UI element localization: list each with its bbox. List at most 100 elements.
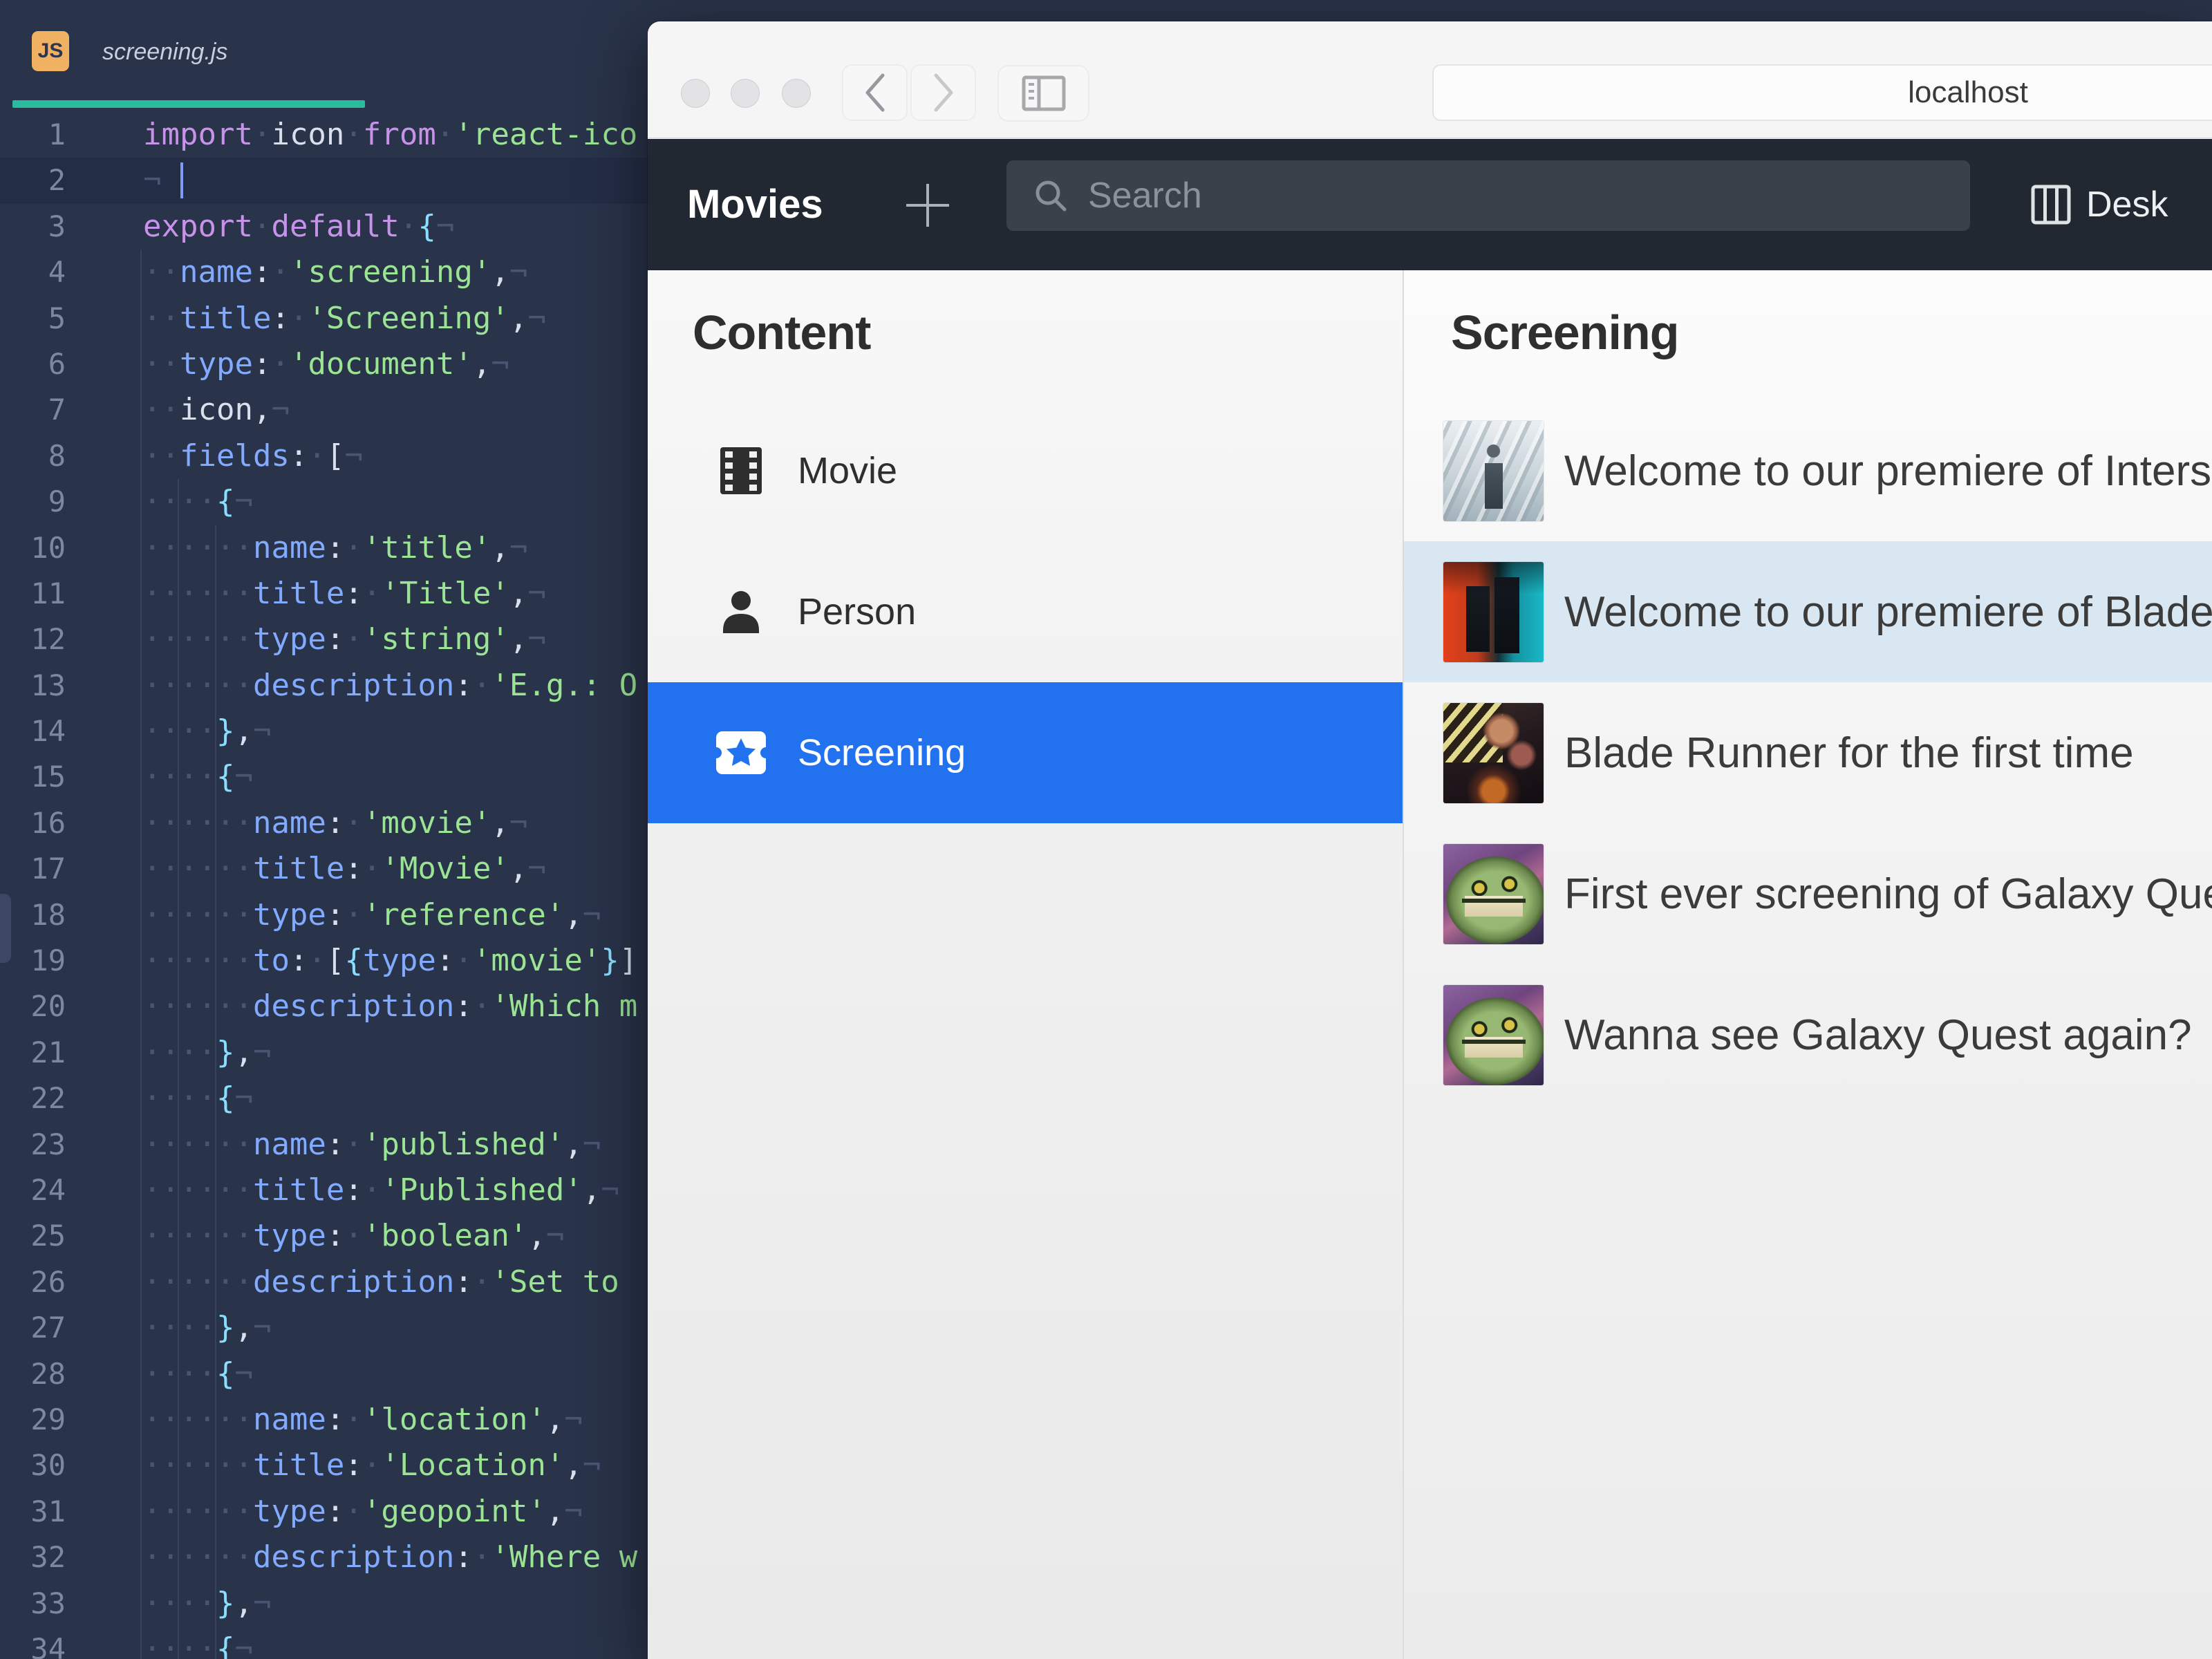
search-placeholder: Search <box>1088 176 1202 216</box>
document-list-item[interactable]: First ever screening of Galaxy Ques <box>1404 823 2212 964</box>
line-number: 33 <box>30 1586 66 1620</box>
line-number: 34 <box>30 1631 66 1659</box>
code-text: ······name:·'movie',¬ <box>143 805 528 841</box>
line-number: 13 <box>30 668 66 702</box>
code-text: ······type:·'reference',¬ <box>143 897 601 932</box>
text-cursor <box>180 162 183 199</box>
browser-forward-button[interactable] <box>910 64 976 121</box>
chevron-left-icon <box>865 73 884 112</box>
line-number: 7 <box>48 393 66 427</box>
search-icon <box>1035 180 1067 212</box>
code-text: ······title:·'Movie',¬ <box>143 851 546 887</box>
code-text: ¬ <box>143 162 162 198</box>
line-number: 20 <box>30 989 66 1024</box>
studio-title[interactable]: Movies <box>687 181 823 227</box>
code-text: ······title:·'Location',¬ <box>143 1447 601 1483</box>
desk-tool-button[interactable]: Desk <box>2031 139 2168 270</box>
line-number: 26 <box>30 1264 66 1299</box>
line-number: 22 <box>30 1081 66 1116</box>
editor-tab-filename[interactable]: screening.js <box>102 39 227 66</box>
document-title: Wanna see Galaxy Quest again? <box>1564 1011 2192 1059</box>
browser-window: localhost Movies Search Desk Content Mov… <box>648 21 2212 1659</box>
code-text: ······type:·'geopoint',¬ <box>143 1493 583 1529</box>
document-title: First ever screening of Galaxy Ques <box>1564 870 2212 918</box>
line-number: 2 <box>48 163 66 198</box>
line-number: 17 <box>30 852 66 886</box>
line-number: 32 <box>30 1540 66 1575</box>
movie-poster-thumbnail <box>1443 843 1544 944</box>
javascript-file-icon: JS <box>32 31 69 71</box>
sidebar-item-label: Screening <box>798 732 966 774</box>
content-pane-title: Content <box>693 306 871 359</box>
window-zoom-button[interactable] <box>782 79 811 108</box>
screening-pane: Screening Welcome to our premiere of Int… <box>1404 270 2212 1659</box>
line-number: 5 <box>48 301 66 335</box>
code-text: ··icon,¬ <box>143 392 290 428</box>
code-text: ··name:·'screening',¬ <box>143 254 528 290</box>
browser-titlebar: localhost <box>648 21 2212 138</box>
code-text: ······description:·'Which m <box>143 988 638 1024</box>
movie-poster-thumbnail <box>1443 561 1544 662</box>
line-number: 1 <box>48 118 66 151</box>
film-icon <box>713 447 769 494</box>
code-text: ····{¬ <box>143 1631 253 1659</box>
line-number: 29 <box>30 1402 66 1436</box>
document-list-item[interactable]: Welcome to our premiere of Interste <box>1404 400 2212 541</box>
movie-poster-thumbnail <box>1443 702 1544 803</box>
content-type-list: Movie Person Screening <box>648 400 1403 823</box>
create-new-document-button[interactable] <box>905 182 950 228</box>
content-pane: Content Movie Person Screening <box>648 270 1404 1659</box>
line-number: 27 <box>30 1311 66 1345</box>
code-text: ······name:·'title',¬ <box>143 529 528 565</box>
studio-navbar: Movies Search Desk <box>648 139 2212 270</box>
url-bar[interactable]: localhost <box>1432 64 2212 121</box>
document-list: Welcome to our premiere of Interste Welco… <box>1404 400 2212 1105</box>
movie-poster-thumbnail <box>1443 984 1544 1085</box>
window-close-button[interactable] <box>681 79 710 108</box>
editor-edge-handle[interactable] <box>0 894 11 963</box>
code-text: ····},¬ <box>143 1585 272 1621</box>
code-text: ······description:·'Set to <box>143 1264 638 1300</box>
sidebar-item-screening[interactable]: Screening <box>648 682 1403 823</box>
code-text: ······type:·'string',¬ <box>143 621 546 657</box>
code-text: ··fields:·[¬ <box>143 438 363 474</box>
chevron-right-icon <box>934 73 953 112</box>
code-text: ······to:·[{type:·'movie'}] <box>143 943 638 979</box>
line-number: 9 <box>48 485 66 519</box>
line-number: 30 <box>30 1448 66 1483</box>
line-number: 31 <box>30 1494 66 1528</box>
sidebar-item-label: Person <box>798 591 917 632</box>
code-text: ······name:·'location',¬ <box>143 1401 583 1437</box>
line-number: 11 <box>30 576 66 610</box>
screening-pane-title: Screening <box>1451 306 1679 359</box>
window-minimize-button[interactable] <box>731 79 760 108</box>
sidebar-toggle-button[interactable] <box>997 65 1089 122</box>
line-number: 15 <box>30 760 66 794</box>
sidebar-item-movie[interactable]: Movie <box>648 400 1403 541</box>
code-text: ····},¬ <box>143 713 272 749</box>
sidebar-item-label: Movie <box>798 450 898 491</box>
code-text: ··title:·'Screening',¬ <box>143 300 546 336</box>
code-text: ····{¬ <box>143 759 253 795</box>
document-list-item[interactable]: Welcome to our premiere of Blade R <box>1404 541 2212 682</box>
active-tab-underline <box>12 100 365 108</box>
sidebar-item-person[interactable]: Person <box>648 541 1403 682</box>
document-title: Welcome to our premiere of Blade R <box>1564 588 2212 636</box>
document-list-item[interactable]: Wanna see Galaxy Quest again? <box>1404 964 2212 1105</box>
search-input[interactable]: Search <box>1006 160 1970 231</box>
desk-columns-icon <box>2031 185 2071 225</box>
line-number: 24 <box>30 1172 66 1207</box>
code-text: ······description:·'E.g.: O <box>143 667 638 703</box>
code-text: ······name:·'published',¬ <box>143 1126 601 1162</box>
code-text: ····{¬ <box>143 484 253 520</box>
line-number: 23 <box>30 1127 66 1161</box>
code-text: import·icon·from·'react-ico <box>143 117 638 152</box>
line-number: 14 <box>30 714 66 749</box>
code-text: ······title:·'Title',¬ <box>143 575 546 611</box>
line-number: 4 <box>48 255 66 290</box>
browser-back-button[interactable] <box>842 64 908 121</box>
desk-label: Desk <box>2086 185 2168 225</box>
ticket-icon <box>713 731 769 774</box>
document-list-item[interactable]: Blade Runner for the first time <box>1404 682 2212 823</box>
line-number: 16 <box>30 805 66 840</box>
